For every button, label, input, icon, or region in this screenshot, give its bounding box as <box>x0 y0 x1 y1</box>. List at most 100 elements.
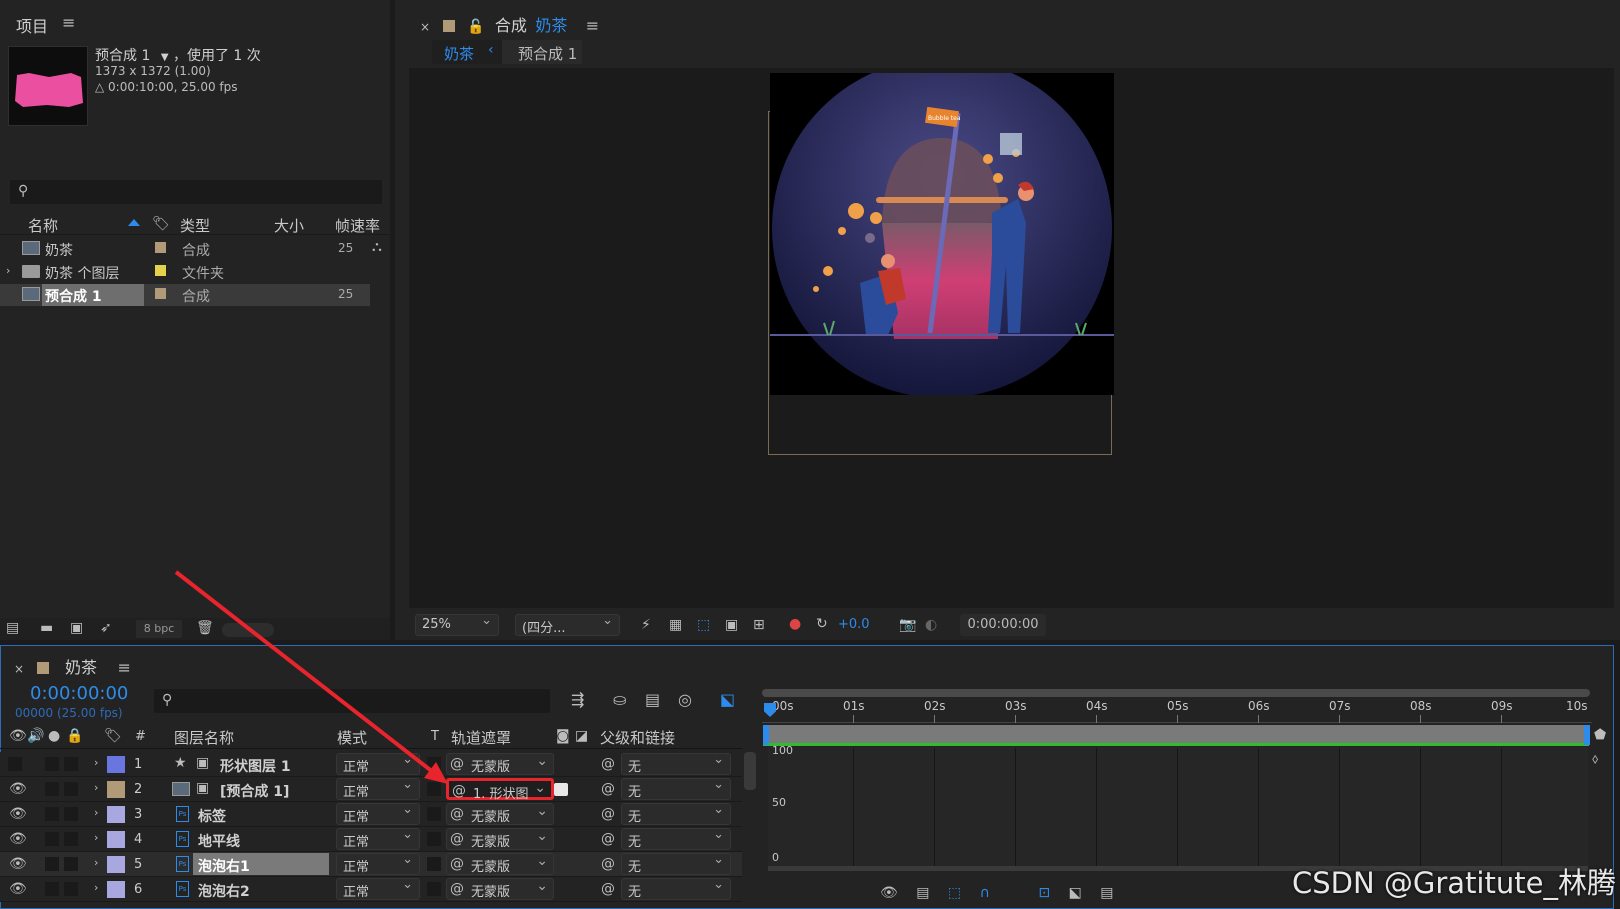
camera-snapshot-icon[interactable]: 📷 <box>899 618 916 632</box>
show-transform-box-icon[interactable]: ⬚ <box>948 886 961 900</box>
lock-switch[interactable] <box>64 782 78 796</box>
eye-icon[interactable]: 👁 <box>9 882 27 896</box>
close-icon[interactable]: × <box>14 663 24 675</box>
thumbnail-slider[interactable] <box>222 623 274 637</box>
reset-exposure-icon[interactable]: ↻ <box>816 617 828 631</box>
snap-keyframe-icon[interactable]: ⬨ <box>1592 752 1598 766</box>
sort-ascending-icon[interactable] <box>128 219 140 226</box>
timeline-search-input[interactable]: ⚲ <box>154 689 550 713</box>
motion-blur-icon[interactable]: ◎ <box>678 692 692 708</box>
show-snapshot-icon[interactable]: ◐ <box>925 618 937 632</box>
chevron-down-icon[interactable]: ▼ <box>161 52 169 63</box>
layer-name[interactable]: 泡泡右1 <box>198 856 250 876</box>
project-row[interactable]: 奶茶 合成 25 ⛬ <box>0 238 382 260</box>
track-matte-toggle[interactable] <box>427 782 441 796</box>
chevron-right-icon[interactable]: › <box>6 265 10 276</box>
show-properties-icon[interactable]: 👁 <box>880 886 898 900</box>
layer-row[interactable]: 👁 › 5 Ps 泡泡右1 正常 @ 无蒙版 ⌄ @ 无 <box>0 852 742 877</box>
collapse-transform-icon[interactable]: ▣ <box>196 781 209 795</box>
pickwhip-icon[interactable]: @ <box>450 757 464 771</box>
parent-pickwhip-icon[interactable]: @ <box>601 757 615 771</box>
blend-mode-select[interactable]: 正常 <box>336 802 420 825</box>
bpc-label[interactable]: 8 bpc <box>136 620 182 638</box>
flowchart-icon[interactable]: ⛬ <box>372 240 382 254</box>
layer-row[interactable]: 👁 › 2 ▣ [预合成 1] 正常 @ 1. 形状图 ⌄ @ 无 <box>0 777 742 802</box>
matte-invert-icon[interactable]: ◪ <box>575 729 588 743</box>
layer-label-color[interactable] <box>107 856 125 873</box>
track-matte-toggle[interactable] <box>427 807 441 821</box>
timeline-timecode[interactable]: 0:00:00:00 <box>30 683 128 704</box>
lock-switch[interactable] <box>64 832 78 846</box>
snap-icon[interactable]: ∩ <box>980 886 990 900</box>
work-range-end-handle[interactable] <box>1584 725 1590 745</box>
layer-label-color[interactable] <box>107 781 125 798</box>
color-channels-icon[interactable]: ● <box>789 617 801 631</box>
layer-name[interactable]: 泡泡右2 <box>198 881 250 901</box>
project-search-input[interactable]: ⚲ <box>10 180 382 204</box>
parent-select[interactable]: 无 <box>621 802 731 825</box>
eye-icon[interactable]: 👁 <box>9 807 27 821</box>
track-matte-select[interactable]: @ 1. 形状图 ⌄ <box>446 778 554 802</box>
matte-source-icon[interactable] <box>554 783 568 796</box>
viewer-timecode[interactable]: 0:00:00:00 <box>960 614 1046 636</box>
column-framerate[interactable]: 帧速率 <box>335 215 380 236</box>
layer-label-color[interactable] <box>107 881 125 898</box>
breadcrumb-item[interactable]: 预合成 1 <box>518 43 577 64</box>
timeline-tab[interactable]: × 奶茶 ≡ <box>14 654 131 678</box>
layer-row[interactable]: 👁 › 3 Ps 标签 正常 @ 无蒙版 ⌄ @ 无 <box>0 802 742 827</box>
render-queue-icon[interactable]: ➶ <box>100 621 112 635</box>
chevron-right-icon[interactable]: › <box>94 757 98 768</box>
lock-switch[interactable] <box>64 807 78 821</box>
layer-row[interactable]: › 1 ★ ▣ 形状图层 1 正常 @ 无蒙版 ⌄ @ 无 <box>0 752 742 777</box>
new-composition-icon[interactable]: ▣ <box>70 621 83 635</box>
layer-row[interactable]: 👁 › 4 Ps 地平线 正常 @ 无蒙版 ⌄ @ 无 <box>0 827 742 852</box>
track-matte-select[interactable]: @ 无蒙版 ⌄ <box>446 803 554 825</box>
parent-select[interactable]: 无 <box>621 877 731 900</box>
parent-pickwhip-icon[interactable]: @ <box>601 782 615 796</box>
label-color-swatch[interactable] <box>155 242 166 253</box>
column-type[interactable]: 类型 <box>180 215 210 236</box>
graph-options-icon[interactable]: ▤ <box>916 886 929 900</box>
parent-select[interactable]: 无 <box>621 852 731 875</box>
label-color-swatch[interactable] <box>155 288 166 299</box>
transparency-grid-icon[interactable]: ▦ <box>669 618 682 632</box>
layer-name[interactable]: 地平线 <box>198 831 240 851</box>
layer-name[interactable]: 形状图层 1 <box>220 756 291 776</box>
separate-dimensions-icon[interactable]: ▤ <box>1100 886 1113 900</box>
chevron-right-icon[interactable]: › <box>94 857 98 868</box>
label-tag-icon[interactable]: 🏷 <box>104 729 122 743</box>
chevron-right-icon[interactable]: › <box>94 882 98 893</box>
eye-icon[interactable]: 👁 <box>9 832 27 846</box>
parent-select[interactable]: 无 <box>621 752 731 775</box>
project-row[interactable]: › 奶茶 个图层 文件夹 <box>0 261 380 283</box>
chevron-right-icon[interactable]: › <box>94 807 98 818</box>
parent-select[interactable]: 无 <box>621 777 731 800</box>
work-range-start-handle[interactable] <box>763 725 769 745</box>
column-track-matte[interactable]: 轨道遮罩 <box>451 727 511 748</box>
zoom-select[interactable]: 25% <box>415 613 499 636</box>
frame-blending-icon[interactable]: ▤ <box>645 692 660 708</box>
parent-pickwhip-icon[interactable]: @ <box>601 807 615 821</box>
comp-marker-bin-icon[interactable]: ⬟ <box>1594 728 1606 742</box>
parent-select[interactable]: 无 <box>621 827 731 850</box>
interpret-footage-icon[interactable]: ▤ <box>6 621 19 635</box>
parent-pickwhip-icon[interactable]: @ <box>601 882 615 896</box>
lock-switch[interactable] <box>64 857 78 871</box>
layer-label-color[interactable] <box>107 831 125 848</box>
track-matte-toggle[interactable] <box>427 757 441 771</box>
graph-editor-icon[interactable]: ⬕ <box>720 692 735 708</box>
track-matte-toggle[interactable] <box>427 832 441 846</box>
blend-mode-select[interactable]: 正常 <box>336 852 420 875</box>
layer-name[interactable]: [预合成 1] <box>220 781 289 801</box>
fit-selection-icon[interactable]: ⊡ <box>1038 886 1050 900</box>
chevron-right-icon[interactable]: › <box>94 832 98 843</box>
comp-mini-flowchart-icon[interactable]: ⇶ <box>571 692 584 708</box>
pickwhip-icon[interactable]: @ <box>450 832 464 846</box>
track-matte-toggle[interactable] <box>427 882 441 896</box>
column-mode[interactable]: 模式 <box>337 727 367 748</box>
column-name[interactable]: 名称 <box>28 215 58 236</box>
solo-switch[interactable] <box>45 782 59 796</box>
eye-icon[interactable]: 👁 <box>9 729 27 743</box>
track-matte-select[interactable]: @ 无蒙版 ⌄ <box>446 828 554 850</box>
layer-label-color[interactable] <box>107 756 125 773</box>
